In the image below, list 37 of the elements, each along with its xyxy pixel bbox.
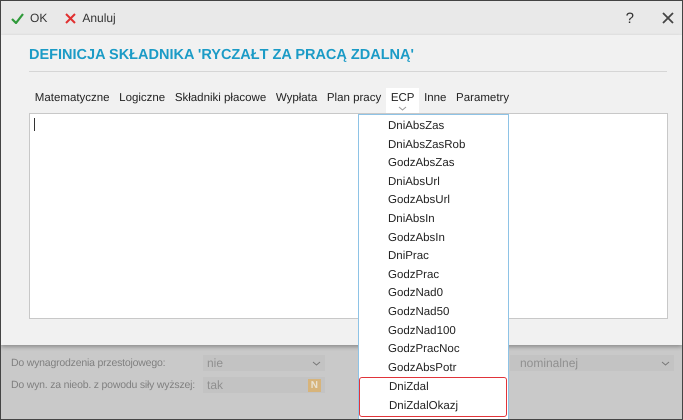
flag-badge: N (308, 378, 321, 392)
chevron-down-icon (398, 106, 408, 111)
dropdown-item[interactable]: DniAbsZas (359, 117, 508, 136)
cross-icon (65, 12, 76, 24)
dialog-title: DEFINICJA SKŁADNIKA 'RYCZAŁT ZA PRACĄ ZDALNĄ' (29, 47, 667, 72)
tab[interactable]: Parametry (451, 88, 514, 113)
dropdown-item[interactable]: GodzAbsUrl (359, 191, 508, 210)
help-button[interactable]: ? (626, 10, 634, 26)
dropdown-item[interactable]: GodzPrac (359, 266, 508, 284)
dropdown-item[interactable]: GodzNad50 (359, 302, 508, 322)
chevron-down-icon (312, 360, 321, 366)
tab[interactable]: Składniki płacowe (170, 88, 272, 113)
dropdown-item[interactable]: DniZdalOkazj (360, 396, 506, 416)
field-label: Do wynagrodzenia przestojowego: (11, 357, 166, 369)
dropdown-item[interactable]: DniAbsUrl (359, 172, 508, 192)
tab[interactable]: Matematyczne (30, 88, 114, 113)
dropdown-item[interactable]: GodzAbsZas (359, 154, 508, 173)
dropdown-item[interactable]: DniAbsZasRob (359, 136, 508, 154)
field-label: Do wyn. za nieob. z powodu siły wyższej: (11, 379, 196, 391)
check-icon (11, 12, 24, 24)
tab[interactable]: Wypłata (271, 88, 322, 113)
dropdown-item[interactable]: GodzAbsIn (359, 228, 508, 248)
dropdown-item[interactable]: GodzPracNoc (359, 340, 508, 359)
dropdown-item[interactable]: GodzNad100 (359, 322, 508, 340)
tab[interactable]: Plan pracy (322, 88, 386, 113)
dropdown-item[interactable]: DniPrac (359, 247, 508, 266)
dropdown-item[interactable]: GodzNad0 (359, 284, 508, 303)
chevron-down-icon (661, 360, 670, 366)
tab[interactable]: Inne (419, 88, 452, 113)
dropdown-item[interactable]: GodzAbsPotr (359, 358, 508, 378)
dropdown-item[interactable]: DniZdal (360, 378, 506, 397)
cancel-button[interactable]: Anuluj (63, 9, 118, 27)
tab[interactable]: ECP (386, 88, 420, 113)
ok-button[interactable]: OK (9, 9, 50, 27)
dropdown-item[interactable]: DniAbsIn (359, 210, 508, 229)
tab[interactable]: Logiczne (114, 88, 170, 113)
close-icon[interactable] (662, 12, 674, 24)
